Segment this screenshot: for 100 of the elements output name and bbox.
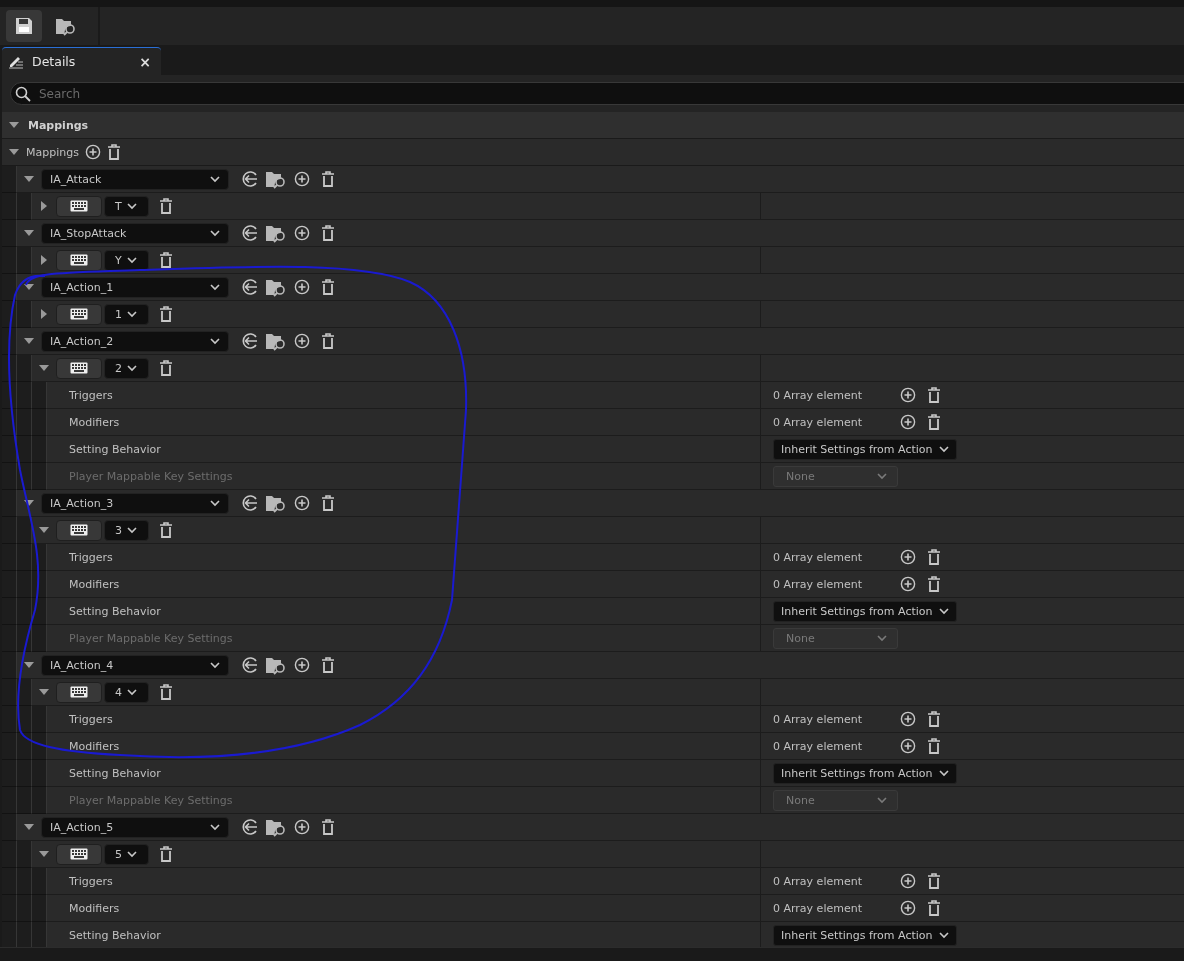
value-dropdown[interactable]: Inherit Settings from Action [773, 438, 957, 460]
trash-icon[interactable] [159, 684, 173, 700]
key-dropdown[interactable]: 2 [104, 357, 149, 379]
array-count: 0 Array element [773, 712, 863, 726]
add-icon[interactable] [900, 873, 916, 889]
action-dropdown[interactable]: IA_Action_3 [41, 492, 229, 514]
trash-icon[interactable] [321, 333, 335, 349]
trash-icon[interactable] [321, 495, 335, 511]
trash-icon[interactable] [321, 279, 335, 295]
chevron-down-icon [210, 229, 220, 237]
trash-icon[interactable] [321, 657, 335, 673]
key-capture-button[interactable] [56, 303, 102, 325]
value-dropdown[interactable]: Inherit Settings from Action [773, 762, 957, 784]
add-icon[interactable] [84, 144, 101, 160]
indent-guide [17, 733, 32, 760]
add-icon[interactable] [900, 711, 916, 727]
add-icon[interactable] [900, 576, 916, 592]
key-capture-button[interactable] [56, 357, 102, 379]
trash-icon[interactable] [927, 549, 941, 565]
folder-search-icon[interactable] [265, 817, 287, 837]
key-capture-button[interactable] [56, 195, 102, 217]
close-button[interactable]: × [139, 53, 155, 70]
chevron-down-icon [127, 688, 137, 696]
add-icon[interactable] [900, 414, 916, 430]
key-capture-button[interactable] [56, 681, 102, 703]
trash-icon[interactable] [106, 144, 121, 160]
arrow-left-circle-icon[interactable] [241, 278, 259, 296]
trash-icon[interactable] [159, 360, 173, 376]
array-count: 0 Array element [773, 577, 863, 591]
value-dropdown[interactable]: Inherit Settings from Action [773, 924, 957, 946]
array-count: 0 Array element [773, 415, 863, 429]
add-icon[interactable] [294, 171, 310, 187]
trash-icon[interactable] [321, 225, 335, 241]
key-dropdown[interactable]: 3 [104, 519, 149, 541]
trash-icon[interactable] [321, 171, 335, 187]
property-label: Setting Behavior [68, 928, 161, 942]
key-dropdown[interactable]: Y [104, 249, 149, 271]
add-icon[interactable] [294, 819, 310, 835]
search-field[interactable]: Search [10, 82, 1184, 105]
chevron-down-icon [938, 607, 949, 615]
arrow-left-circle-icon[interactable] [241, 656, 259, 674]
trash-icon[interactable] [927, 900, 941, 916]
action-dropdown[interactable]: IA_Action_4 [41, 654, 229, 676]
action-dropdown[interactable]: IA_Action_1 [41, 276, 229, 298]
arrow-left-circle-icon[interactable] [241, 170, 259, 188]
add-icon[interactable] [900, 549, 916, 565]
trash-icon[interactable] [159, 306, 173, 322]
key-capture-button[interactable] [56, 843, 102, 865]
trash-icon[interactable] [927, 576, 941, 592]
key-dropdown[interactable]: 5 [104, 843, 149, 865]
key-capture-button[interactable] [56, 249, 102, 271]
arrow-left-circle-icon[interactable] [241, 332, 259, 350]
key-capture-button[interactable] [56, 519, 102, 541]
keyboard-icon [70, 362, 88, 374]
search-input[interactable]: Search [37, 85, 1184, 102]
key-dropdown[interactable]: 1 [104, 303, 149, 325]
trash-icon[interactable] [927, 738, 941, 754]
action-dropdown[interactable]: IA_StopAttack [41, 222, 229, 244]
keyboard-icon [70, 308, 88, 320]
indent-guide [17, 868, 32, 895]
indent-guide [17, 382, 32, 409]
add-icon[interactable] [900, 387, 916, 403]
key-dropdown[interactable]: 4 [104, 681, 149, 703]
trash-icon[interactable] [159, 522, 173, 538]
trash-icon[interactable] [927, 711, 941, 727]
save-button[interactable] [6, 10, 42, 42]
add-icon[interactable] [294, 333, 310, 349]
trash-icon[interactable] [159, 198, 173, 214]
trash-icon[interactable] [927, 414, 941, 430]
action-dropdown[interactable]: IA_Action_5 [41, 816, 229, 838]
add-icon[interactable] [900, 738, 916, 754]
trash-icon[interactable] [927, 873, 941, 889]
folder-search-icon[interactable] [265, 223, 287, 243]
property-label: Modifiers [68, 901, 120, 915]
add-icon[interactable] [294, 279, 310, 295]
value-dropdown[interactable]: Inherit Settings from Action [773, 600, 957, 622]
add-icon[interactable] [900, 900, 916, 916]
trash-icon[interactable] [927, 387, 941, 403]
details-tab[interactable]: Details × [2, 47, 161, 75]
add-icon[interactable] [294, 225, 310, 241]
folder-search-icon[interactable] [265, 655, 287, 675]
action-dropdown[interactable]: IA_Action_2 [41, 330, 229, 352]
folder-search-icon[interactable] [265, 169, 287, 189]
trash-icon[interactable] [159, 252, 173, 268]
action-dropdown[interactable]: IA_Attack [41, 168, 229, 190]
folder-search-icon[interactable] [265, 493, 287, 513]
folder-search-icon[interactable] [265, 331, 287, 351]
arrow-left-circle-icon[interactable] [241, 818, 259, 836]
add-icon[interactable] [294, 657, 310, 673]
key-dropdown[interactable]: T [104, 195, 149, 217]
arrow-left-circle-icon[interactable] [241, 494, 259, 512]
array-count: 0 Array element [773, 901, 863, 915]
add-icon[interactable] [294, 495, 310, 511]
category-header[interactable]: Mappings [2, 112, 1184, 139]
arrow-left-circle-icon[interactable] [241, 224, 259, 242]
trash-icon[interactable] [159, 846, 173, 862]
folder-search-icon[interactable] [265, 277, 287, 297]
trash-icon[interactable] [321, 819, 335, 835]
indent-guide [17, 409, 32, 436]
chevron-down-icon [127, 850, 137, 858]
